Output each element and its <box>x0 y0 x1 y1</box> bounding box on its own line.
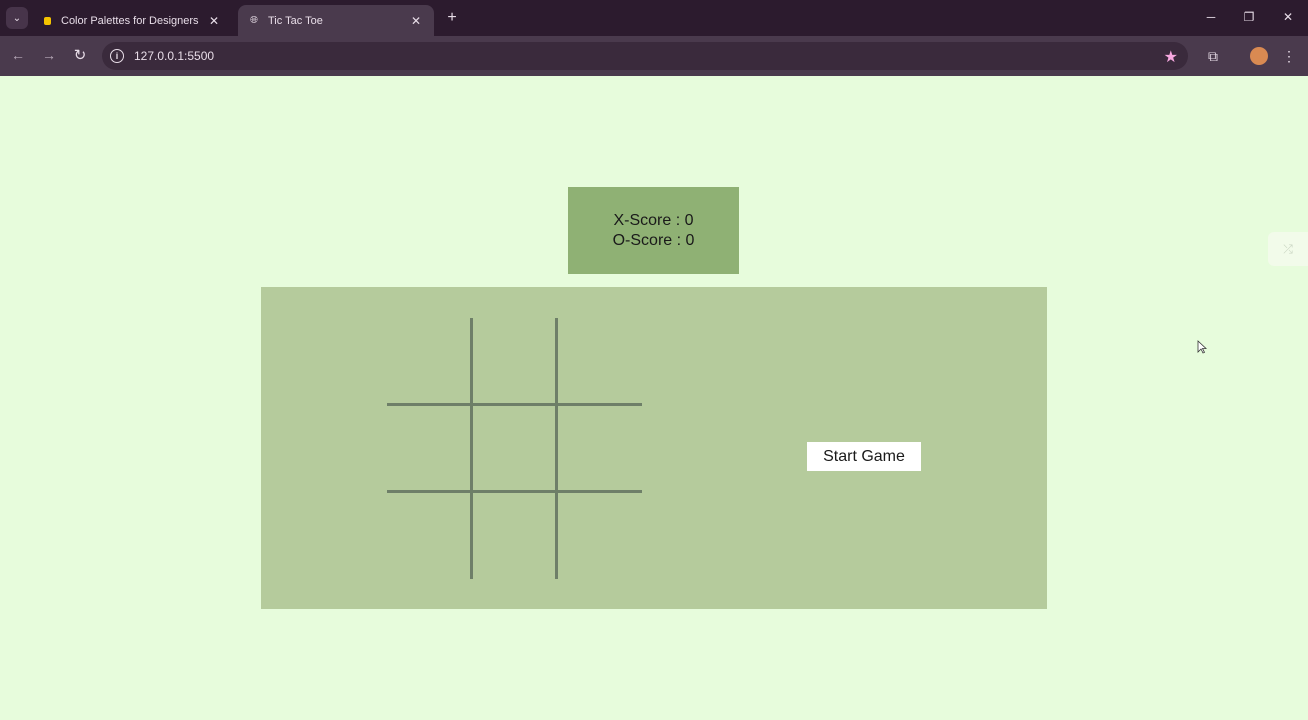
board-cell-6[interactable] <box>387 492 471 578</box>
shuffle-icon: ⤮ <box>1283 241 1293 256</box>
tab-title: Tic Tac Toe <box>268 14 323 27</box>
reload-icon[interactable]: ↻ <box>69 44 91 66</box>
board-cell-8[interactable] <box>557 492 641 578</box>
grid-line-vertical-1 <box>470 318 473 579</box>
board-cell-5[interactable] <box>557 405 641 491</box>
start-game-button[interactable]: Start Game <box>807 442 921 471</box>
forward-arrow-icon[interactable]: → <box>38 44 60 66</box>
tab-tic-tac-toe[interactable]: 🌐︎ Tic Tac Toe ✕ <box>238 5 434 36</box>
window-close-icon[interactable]: ✕ <box>1273 6 1303 28</box>
mouse-cursor-icon <box>1197 340 1207 354</box>
address-bar[interactable]: i 127.0.0.1:5500 ★ <box>102 42 1188 70</box>
palette-favicon-icon <box>44 16 51 25</box>
browser-menu-icon[interactable]: ⋮ <box>1277 44 1301 68</box>
tab-color-palettes[interactable]: Color Palettes for Designers and ✕ <box>32 5 232 36</box>
minimize-icon[interactable]: ─ <box>1196 6 1226 28</box>
tab-title: Color Palettes for Designers and <box>61 14 202 27</box>
grid-line-horizontal-2 <box>387 490 642 493</box>
board-cell-7[interactable] <box>472 492 556 578</box>
o-score-label: O-Score : 0 <box>612 231 695 249</box>
side-extension-widget[interactable]: ⤮ <box>1268 232 1308 266</box>
browser-toolbar: ← → ↻ i 127.0.0.1:5500 ★ ⧉ ⋮ <box>0 36 1308 76</box>
grid-line-vertical-2 <box>555 318 558 579</box>
board-cell-0[interactable] <box>387 318 471 404</box>
new-tab-plus-icon[interactable]: + <box>442 8 462 28</box>
game-area: Start Game <box>261 287 1047 609</box>
tab-search-chevron-icon[interactable]: ⌄ <box>6 7 28 29</box>
close-tab-icon[interactable]: ✕ <box>206 14 222 28</box>
board-cell-1[interactable] <box>472 318 556 404</box>
grid-line-horizontal-1 <box>387 403 642 406</box>
board-cell-2[interactable] <box>557 318 641 404</box>
address-url: 127.0.0.1:5500 <box>134 49 215 63</box>
x-score-label: X-Score : 0 <box>613 211 694 229</box>
close-tab-icon[interactable]: ✕ <box>408 14 424 28</box>
back-arrow-icon[interactable]: ← <box>7 44 29 66</box>
site-info-icon[interactable]: i <box>110 49 124 63</box>
globe-icon: 🌐︎ <box>250 15 258 26</box>
board-cell-4[interactable] <box>472 405 556 491</box>
extensions-puzzle-icon[interactable]: ⧉ <box>1201 44 1225 68</box>
bookmark-star-icon[interactable]: ★ <box>1164 47 1178 67</box>
browser-tab-bar: ⌄ Color Palettes for Designers and ✕ 🌐︎ … <box>0 0 1308 36</box>
profile-avatar[interactable] <box>1250 47 1268 65</box>
restore-icon[interactable]: ❐ <box>1234 6 1264 28</box>
score-panel: X-Score : 0 O-Score : 0 <box>568 187 739 274</box>
board-cell-3[interactable] <box>387 405 471 491</box>
